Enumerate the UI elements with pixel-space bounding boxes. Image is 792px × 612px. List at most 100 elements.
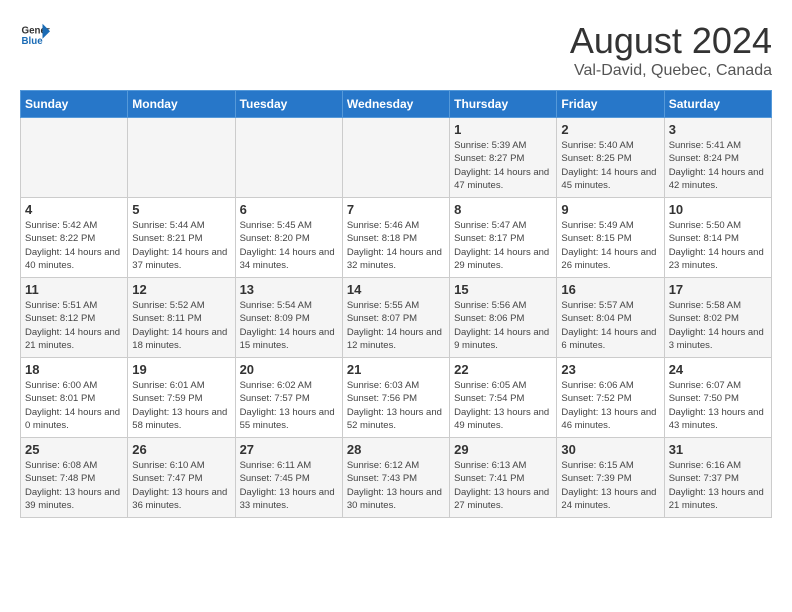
day-of-week-header: Sunday <box>21 91 128 118</box>
day-info: Sunrise: 5:51 AM Sunset: 8:12 PM Dayligh… <box>25 299 123 352</box>
calendar-day-cell: 18Sunrise: 6:00 AM Sunset: 8:01 PM Dayli… <box>21 358 128 438</box>
day-info: Sunrise: 6:15 AM Sunset: 7:39 PM Dayligh… <box>561 459 659 512</box>
calendar-day-cell: 30 Sunrise: 6:15 AM Sunset: 7:39 PM Dayli… <box>557 438 664 518</box>
calendar-day-cell: 26 Sunrise: 6:10 AM Sunset: 7:47 PM Dayli… <box>128 438 235 518</box>
page-subtitle: Val-David, Quebec, Canada <box>570 62 772 80</box>
day-number: 14 <box>347 282 445 297</box>
title-area: August 2024 Val-David, Quebec, Canada <box>570 20 772 80</box>
calendar-week-row: 4Sunrise: 5:42 AM Sunset: 8:22 PM Daylig… <box>21 198 772 278</box>
day-number: 11 <box>25 282 123 297</box>
day-number: 9 <box>561 202 659 217</box>
day-info: Sunrise: 5:56 AM Sunset: 8:06 PM Dayligh… <box>454 299 552 352</box>
calendar-day-cell: 21Sunrise: 6:03 AM Sunset: 7:56 PM Dayli… <box>342 358 449 438</box>
calendar-day-cell: 5 Sunrise: 5:44 AM Sunset: 8:21 PM Daylig… <box>128 198 235 278</box>
calendar-day-cell: 14 Sunrise: 5:55 AM Sunset: 8:07 PM Dayli… <box>342 278 449 358</box>
calendar-day-cell: 11 Sunrise: 5:51 AM Sunset: 8:12 PM Dayli… <box>21 278 128 358</box>
day-of-week-header: Thursday <box>450 91 557 118</box>
calendar-day-cell <box>342 118 449 198</box>
calendar-day-cell: 3 Sunrise: 5:41 AM Sunset: 8:24 PM Daylig… <box>664 118 771 198</box>
calendar-day-cell: 19Sunrise: 6:01 AM Sunset: 7:59 PM Dayli… <box>128 358 235 438</box>
page-title: August 2024 <box>570 20 772 62</box>
calendar-day-cell: 29 Sunrise: 6:13 AM Sunset: 7:41 PM Dayli… <box>450 438 557 518</box>
calendar-day-cell: 28 Sunrise: 6:12 AM Sunset: 7:43 PM Dayli… <box>342 438 449 518</box>
day-info: Sunrise: 6:08 AM Sunset: 7:48 PM Dayligh… <box>25 459 123 512</box>
calendar-week-row: 18Sunrise: 6:00 AM Sunset: 8:01 PM Dayli… <box>21 358 772 438</box>
day-info: Sunrise: 5:40 AM Sunset: 8:25 PM Dayligh… <box>561 139 659 192</box>
day-info: Sunrise: 6:06 AM Sunset: 7:52 PM Dayligh… <box>561 379 659 432</box>
calendar-day-cell: 10Sunrise: 5:50 AM Sunset: 8:14 PM Dayli… <box>664 198 771 278</box>
calendar-day-cell: 16Sunrise: 5:57 AM Sunset: 8:04 PM Dayli… <box>557 278 664 358</box>
day-info: Sunrise: 5:58 AM Sunset: 8:02 PM Dayligh… <box>669 299 767 352</box>
calendar-day-cell: 8 Sunrise: 5:47 AM Sunset: 8:17 PM Daylig… <box>450 198 557 278</box>
day-number: 6 <box>240 202 338 217</box>
day-number: 20 <box>240 362 338 377</box>
day-number: 16 <box>561 282 659 297</box>
day-info: Sunrise: 5:50 AM Sunset: 8:14 PM Dayligh… <box>669 219 767 272</box>
calendar-day-cell: 2Sunrise: 5:40 AM Sunset: 8:25 PM Daylig… <box>557 118 664 198</box>
calendar-day-cell: 31 Sunrise: 6:16 AM Sunset: 7:37 PM Dayli… <box>664 438 771 518</box>
day-number: 25 <box>25 442 123 457</box>
day-number: 28 <box>347 442 445 457</box>
calendar-week-row: 11 Sunrise: 5:51 AM Sunset: 8:12 PM Dayli… <box>21 278 772 358</box>
day-info: Sunrise: 5:46 AM Sunset: 8:18 PM Dayligh… <box>347 219 445 272</box>
calendar-day-cell: 1 Sunrise: 5:39 AM Sunset: 8:27 PM Daylig… <box>450 118 557 198</box>
day-info: Sunrise: 5:47 AM Sunset: 8:17 PM Dayligh… <box>454 219 552 272</box>
day-number: 1 <box>454 122 552 137</box>
calendar-day-cell: 13Sunrise: 5:54 AM Sunset: 8:09 PM Dayli… <box>235 278 342 358</box>
day-number: 12 <box>132 282 230 297</box>
day-info: Sunrise: 6:00 AM Sunset: 8:01 PM Dayligh… <box>25 379 123 432</box>
calendar-day-cell: 9Sunrise: 5:49 AM Sunset: 8:15 PM Daylig… <box>557 198 664 278</box>
calendar-day-cell: 27 Sunrise: 6:11 AM Sunset: 7:45 PM Dayli… <box>235 438 342 518</box>
day-info: Sunrise: 6:16 AM Sunset: 7:37 PM Dayligh… <box>669 459 767 512</box>
days-of-week-row: SundayMondayTuesdayWednesdayThursdayFrid… <box>21 91 772 118</box>
day-info: Sunrise: 5:55 AM Sunset: 8:07 PM Dayligh… <box>347 299 445 352</box>
day-number: 5 <box>132 202 230 217</box>
day-of-week-header: Wednesday <box>342 91 449 118</box>
day-of-week-header: Monday <box>128 91 235 118</box>
day-number: 7 <box>347 202 445 217</box>
calendar-day-cell: 15 Sunrise: 5:56 AM Sunset: 8:06 PM Dayli… <box>450 278 557 358</box>
calendar-header: SundayMondayTuesdayWednesdayThursdayFrid… <box>21 91 772 118</box>
calendar-day-cell <box>21 118 128 198</box>
day-number: 15 <box>454 282 552 297</box>
calendar-day-cell: 22 Sunrise: 6:05 AM Sunset: 7:54 PM Dayli… <box>450 358 557 438</box>
day-number: 3 <box>669 122 767 137</box>
calendar-day-cell: 23 Sunrise: 6:06 AM Sunset: 7:52 PM Dayli… <box>557 358 664 438</box>
day-number: 13 <box>240 282 338 297</box>
day-info: Sunrise: 6:03 AM Sunset: 7:56 PM Dayligh… <box>347 379 445 432</box>
svg-text:Blue: Blue <box>22 36 44 47</box>
day-info: Sunrise: 5:44 AM Sunset: 8:21 PM Dayligh… <box>132 219 230 272</box>
day-number: 19 <box>132 362 230 377</box>
day-number: 30 <box>561 442 659 457</box>
calendar-day-cell: 24Sunrise: 6:07 AM Sunset: 7:50 PM Dayli… <box>664 358 771 438</box>
calendar-day-cell: 7 Sunrise: 5:46 AM Sunset: 8:18 PM Daylig… <box>342 198 449 278</box>
calendar-week-row: 1 Sunrise: 5:39 AM Sunset: 8:27 PM Daylig… <box>21 118 772 198</box>
calendar-day-cell: 6Sunrise: 5:45 AM Sunset: 8:20 PM Daylig… <box>235 198 342 278</box>
day-number: 8 <box>454 202 552 217</box>
day-info: Sunrise: 6:11 AM Sunset: 7:45 PM Dayligh… <box>240 459 338 512</box>
day-info: Sunrise: 5:41 AM Sunset: 8:24 PM Dayligh… <box>669 139 767 192</box>
day-number: 31 <box>669 442 767 457</box>
logo-icon: General Blue <box>20 20 50 50</box>
day-number: 22 <box>454 362 552 377</box>
day-info: Sunrise: 6:10 AM Sunset: 7:47 PM Dayligh… <box>132 459 230 512</box>
day-info: Sunrise: 6:02 AM Sunset: 7:57 PM Dayligh… <box>240 379 338 432</box>
calendar-day-cell <box>128 118 235 198</box>
day-number: 23 <box>561 362 659 377</box>
day-number: 29 <box>454 442 552 457</box>
day-info: Sunrise: 6:12 AM Sunset: 7:43 PM Dayligh… <box>347 459 445 512</box>
header: General Blue August 2024 Val-David, Queb… <box>20 20 772 80</box>
calendar-day-cell: 4Sunrise: 5:42 AM Sunset: 8:22 PM Daylig… <box>21 198 128 278</box>
day-info: Sunrise: 5:52 AM Sunset: 8:11 PM Dayligh… <box>132 299 230 352</box>
day-of-week-header: Saturday <box>664 91 771 118</box>
calendar-day-cell <box>235 118 342 198</box>
day-number: 17 <box>669 282 767 297</box>
day-info: Sunrise: 6:05 AM Sunset: 7:54 PM Dayligh… <box>454 379 552 432</box>
day-info: Sunrise: 5:39 AM Sunset: 8:27 PM Dayligh… <box>454 139 552 192</box>
day-info: Sunrise: 6:13 AM Sunset: 7:41 PM Dayligh… <box>454 459 552 512</box>
logo: General Blue <box>20 20 50 50</box>
day-number: 4 <box>25 202 123 217</box>
day-number: 27 <box>240 442 338 457</box>
calendar-table: SundayMondayTuesdayWednesdayThursdayFrid… <box>20 90 772 518</box>
day-number: 26 <box>132 442 230 457</box>
